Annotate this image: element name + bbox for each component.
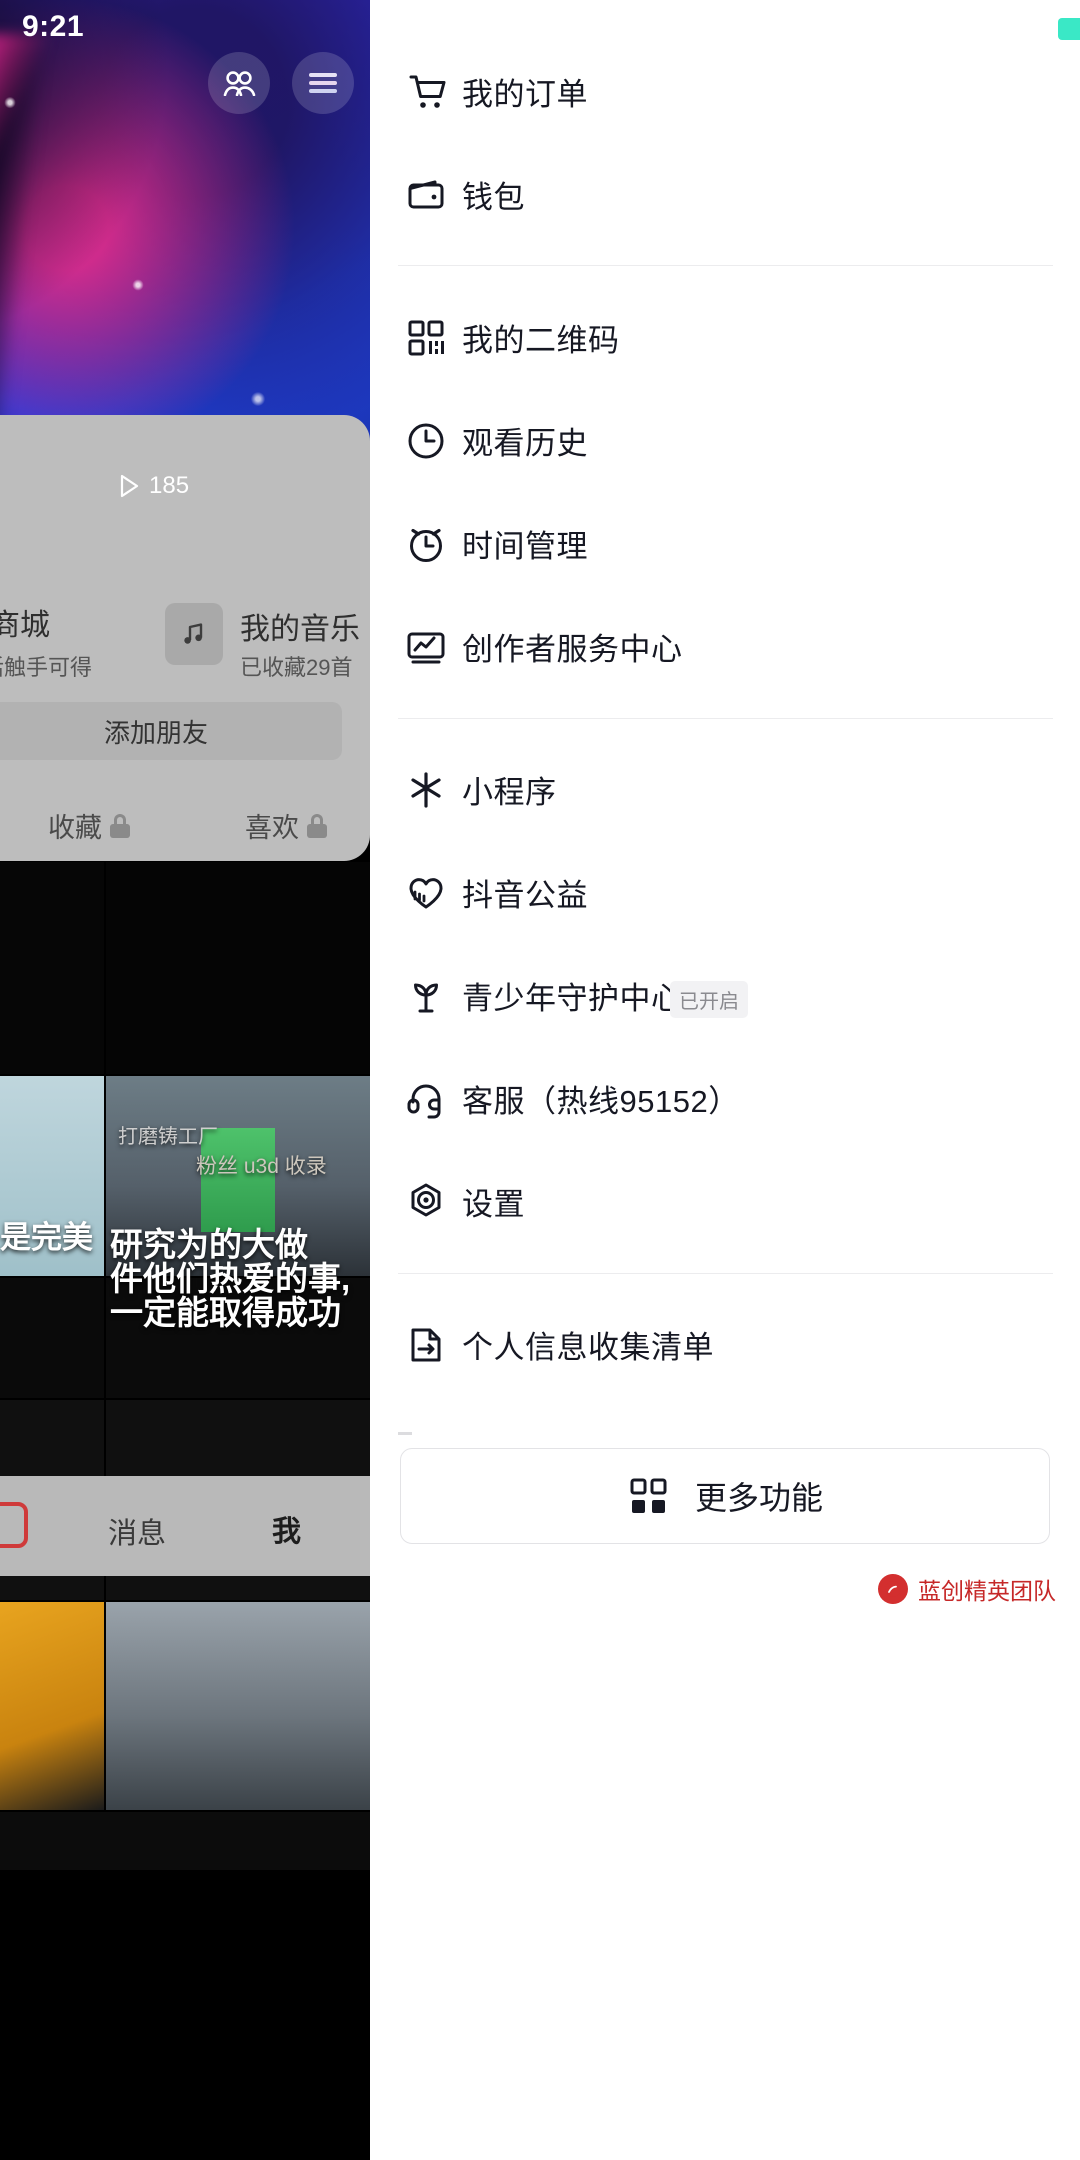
menu-item-youth-protection-center[interactable]: 青少年守护中心 已开启 [370, 944, 1080, 1047]
video-thumb[interactable] [0, 862, 104, 1074]
charity-heart-icon [398, 865, 454, 921]
shopping-cart-icon [398, 64, 454, 120]
tab-likes-label: 喜欢 [245, 813, 299, 843]
video-caption: 打磨铸工厂 [118, 1126, 218, 1148]
lock-icon [307, 813, 327, 838]
menu-item-time-management[interactable]: 时间管理 [370, 492, 1080, 595]
video-thumb[interactable] [0, 1278, 104, 1398]
mini-program-icon [398, 762, 454, 818]
scroll-stub [398, 1432, 412, 1435]
status-badge: 已开启 [670, 981, 748, 1018]
watermark-logo-icon [878, 1574, 908, 1604]
status-bar-time: 9:21 [22, 10, 85, 43]
music-note-icon [165, 603, 223, 665]
menu-item-personal-info-list[interactable]: 个人信息收集清单 [370, 1293, 1080, 1396]
menu-divider [398, 718, 1053, 719]
alarm-clock-icon [398, 516, 454, 572]
menu-item-label: 我的二维码 [462, 323, 620, 358]
video-thumb[interactable] [0, 1602, 104, 1810]
menu-item-label: 青少年守护中心 [462, 981, 683, 1016]
more-features-label: 更多功能 [694, 1480, 823, 1516]
profile-page-behind-drawer[interactable]: 9:21 商城 活触手可得 我的音乐 [0, 0, 370, 2160]
menu-item-label: 小程序 [462, 775, 557, 810]
menu-item-customer-service[interactable]: 客服（热线95152） [370, 1047, 1080, 1150]
tab-likes[interactable]: 喜欢 [245, 806, 327, 845]
menu-item-label: 时间管理 [462, 529, 588, 564]
menu-item-label: 创作者服务中心 [462, 632, 683, 667]
personal-info-icon [398, 1317, 454, 1373]
menu-item-label: 客服（热线95152） [462, 1084, 740, 1119]
creator-chart-icon [398, 619, 454, 675]
add-friend-button[interactable]: 添加朋友 [0, 702, 342, 760]
play-count-label: 185 [149, 472, 190, 499]
my-music-title[interactable]: 我的音乐 [240, 604, 360, 648]
side-drawer-panel: 我的订单 钱包 我的二维码 观看历史 时间管理 创作者服务中心 小程序 抖音公益… [370, 0, 1080, 2160]
menu-item-label: 设置 [462, 1187, 525, 1222]
nav-home-icon[interactable] [0, 1502, 28, 1548]
green-indicator-dot [1058, 18, 1080, 40]
menu-divider [398, 265, 1053, 266]
headset-icon [398, 1071, 454, 1127]
grid-apps-icon [627, 1474, 671, 1518]
app-screen: 9:21 商城 活触手可得 我的音乐 [0, 0, 1080, 2160]
nav-item-me[interactable]: 我 [272, 1508, 301, 1550]
tab-favorites-label: 收藏 [48, 813, 102, 843]
profile-tabs: 收藏 喜欢 [0, 806, 370, 858]
video-caption: 一定能取得成功 [110, 1294, 341, 1331]
my-music-subtitle: 已收藏29首 [240, 655, 353, 680]
friends-icon[interactable] [208, 52, 270, 114]
qr-code-icon [398, 310, 454, 366]
menu-divider [398, 1273, 1053, 1274]
watermark-text: 蓝创精英团队 [918, 1578, 1056, 1604]
menu-item-creator-service-center[interactable]: 创作者服务中心 [370, 595, 1080, 698]
video-caption: 粉丝 u3d 收录 [196, 1155, 327, 1178]
menu-item-label: 抖音公益 [462, 878, 588, 913]
menu-item-mini-program[interactable]: 小程序 [370, 738, 1080, 841]
video-thumb[interactable] [106, 862, 370, 1074]
clock-icon [398, 413, 454, 469]
video-thumb[interactable] [0, 1812, 370, 1870]
menu-item-my-orders[interactable]: 我的订单 [370, 40, 1080, 143]
mall-subtitle: 活触手可得 [0, 655, 93, 680]
sprout-icon [398, 968, 454, 1024]
bottom-navigation: 消息 我 [0, 1476, 370, 1576]
menu-item-label: 我的订单 [462, 77, 588, 112]
video-caption: 是完美 [0, 1220, 93, 1255]
menu-item-label: 钱包 [462, 180, 525, 215]
watermark: 蓝创精英团队 [878, 1572, 1056, 1606]
menu-item-settings[interactable]: 设置 [370, 1150, 1080, 1253]
tab-favorites[interactable]: 收藏 [48, 806, 130, 845]
lock-icon [110, 813, 130, 838]
menu-item-label: 个人信息收集清单 [462, 1330, 714, 1365]
mall-title[interactable]: 商城 [0, 600, 50, 644]
menu-item-wallet[interactable]: 钱包 [370, 143, 1080, 246]
nav-item-messages[interactable]: 消息 [108, 1510, 166, 1552]
video-thumb[interactable] [106, 1602, 370, 1810]
menu-item-douyin-charity[interactable]: 抖音公益 [370, 841, 1080, 944]
hamburger-menu-icon[interactable] [292, 52, 354, 114]
settings-gear-icon [398, 1174, 454, 1230]
wallet-icon [398, 167, 454, 223]
cover-art-hand [0, 34, 178, 445]
menu-item-watch-history[interactable]: 观看历史 [370, 389, 1080, 492]
menu-item-my-qr-code[interactable]: 我的二维码 [370, 286, 1080, 389]
video-play-count: 185 [118, 472, 189, 500]
menu-item-label: 观看历史 [462, 426, 588, 461]
more-features-button[interactable]: 更多功能 [400, 1448, 1050, 1544]
